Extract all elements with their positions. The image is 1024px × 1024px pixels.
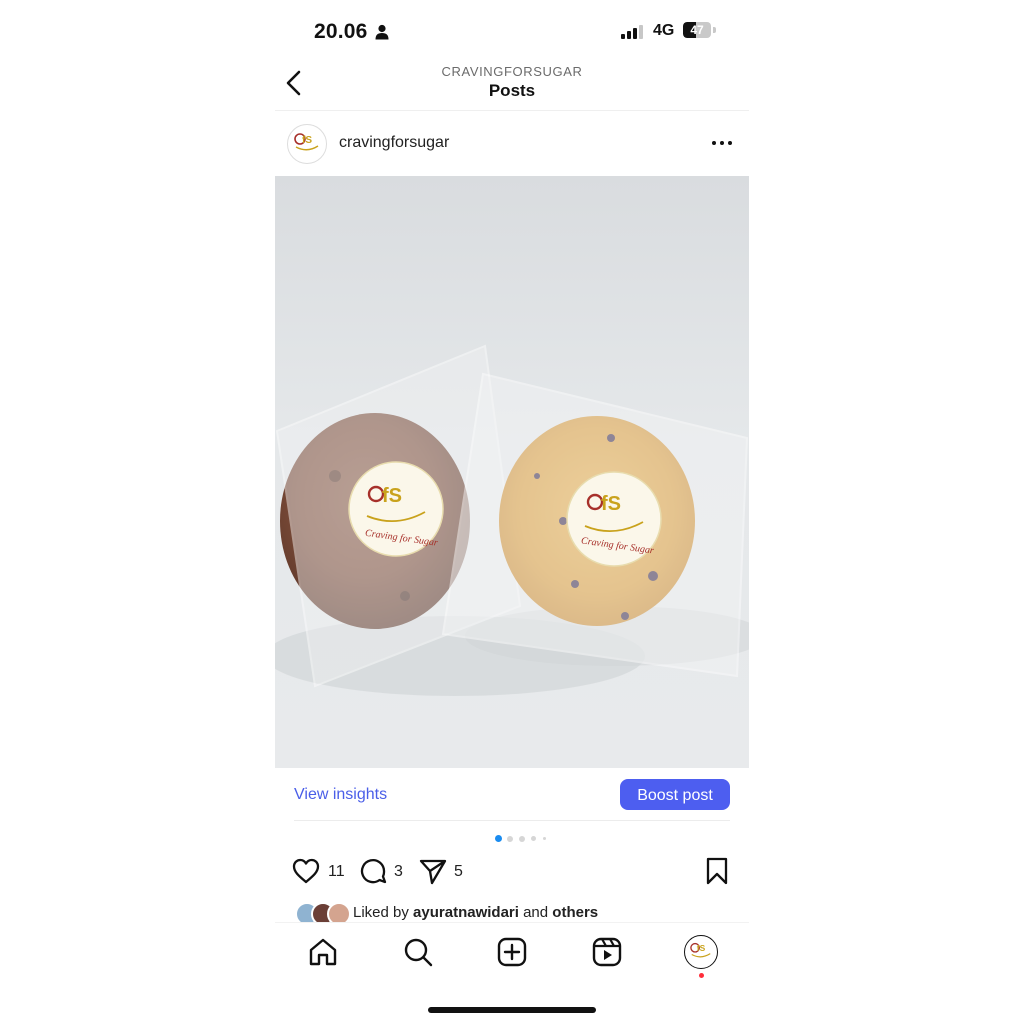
svg-text:fS: fS [302,135,312,146]
posts-header: CRAVINGFORSUGAR Posts [275,60,749,111]
profile-tab-avatar[interactable]: fS [684,935,718,969]
header-username: CRAVINGFORSUGAR [441,64,583,79]
share-count: 5 [454,863,463,880]
like-heart-icon[interactable] [291,856,321,886]
post-image[interactable]: fS Craving for Sugar fS Craving for Suga… [275,176,749,768]
post-actions: 11 3 5 [275,853,749,891]
cfs-logo-icon: fS [690,942,711,958]
status-bar: 20.06 4G 47 [275,18,749,46]
post-username[interactable]: cravingforsugar [339,134,449,152]
cfs-logo-icon: fS [294,133,319,151]
divider [294,820,730,821]
page-title: Posts [488,81,536,100]
carousel-dot-active [495,835,502,842]
battery-icon: 47 [683,22,717,40]
svg-text:fS: fS [697,943,706,953]
carousel-dot [507,835,513,842]
liked-by-user[interactable]: ayuratnawidari [413,904,519,921]
create-post-icon[interactable] [495,935,529,969]
home-icon[interactable] [306,935,340,969]
cookie-photo: fS Craving for Sugar fS Craving for Suga… [275,344,749,696]
liked-by-others[interactable]: others [552,904,598,921]
liked-by-prefix: Liked by [353,904,409,921]
carousel-dot [543,837,546,840]
bookmark-icon[interactable] [702,856,732,886]
carousel-indicator [495,835,555,843]
bottom-tab-bar: fS [275,922,749,983]
svg-text:fS: fS [601,493,621,515]
profile-avatar[interactable]: fS [287,124,327,164]
post-header: fS cravingforsugar [275,122,749,166]
more-options-icon[interactable] [709,134,735,152]
carousel-dot [519,835,525,842]
notification-dot [699,973,704,978]
comment-count: 3 [394,863,403,880]
liked-by-and: and [523,904,549,921]
person-icon [375,24,389,40]
status-time: 20.06 [314,20,368,43]
insights-row: View insights Boost post [275,768,749,820]
phone-screen: 20.06 4G 47 CRAVINGFORSUGAR Posts fS cra… [275,0,749,1024]
view-insights-link[interactable]: View insights [294,786,387,804]
network-type: 4G [653,22,675,39]
share-send-icon[interactable] [418,856,448,886]
liked-by-text: Liked by ayuratnawidari and others [353,904,598,921]
search-icon[interactable] [401,935,435,969]
comment-icon[interactable] [358,856,388,886]
battery-level: 47 [690,23,704,37]
svg-text:fS: fS [382,485,402,507]
cellular-signal-icon [621,25,643,39]
carousel-dot [531,836,536,841]
boost-post-button[interactable]: Boost post [620,779,730,810]
reels-icon[interactable] [590,935,624,969]
home-indicator [428,1007,596,1013]
cfs-sticker-left: fS Craving for Sugar [348,461,444,557]
cfs-sticker-right: fS Craving for Sugar [566,471,662,567]
like-count: 11 [328,863,345,880]
